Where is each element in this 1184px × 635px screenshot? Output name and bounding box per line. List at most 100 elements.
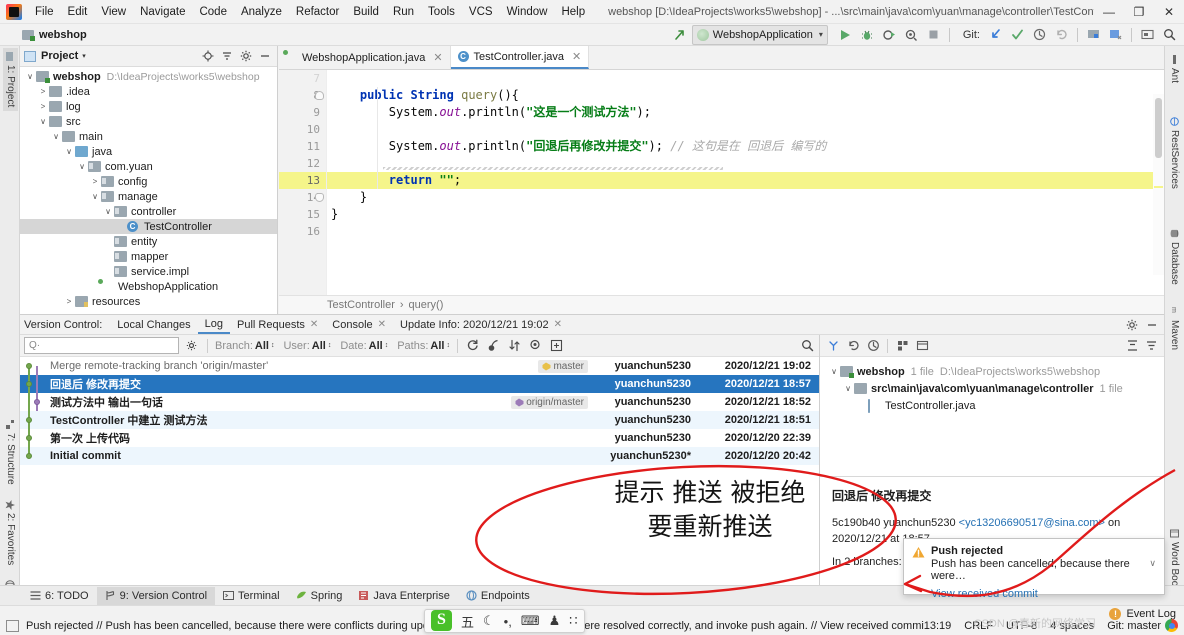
maximize-button[interactable]: ❐ [1124, 0, 1154, 24]
locate-icon[interactable] [199, 48, 216, 65]
collapse-all-icon[interactable] [218, 48, 235, 65]
left-strip-favorites[interactable]: 2: Favorites [3, 496, 18, 569]
group-by-icon[interactable] [894, 338, 910, 354]
project-tree-node[interactable]: ∨ manage [20, 189, 277, 204]
run-button[interactable] [835, 25, 856, 45]
project-tree-node[interactable]: entity [20, 234, 277, 249]
close-button[interactable]: ✕ [1154, 0, 1184, 24]
log-filter-branch[interactable]: Branch: All ↕ [215, 340, 274, 352]
show-details-icon[interactable] [549, 338, 565, 354]
cherry-pick-icon[interactable] [486, 338, 502, 354]
vcs-tab-updateinfo[interactable]: Update Info: 2020/12/21 19:02 ✕ [393, 317, 569, 333]
menu-item-build[interactable]: Build [346, 3, 386, 21]
browser-icon[interactable] [1165, 619, 1178, 632]
chevron-updown-icon[interactable]: ↕ [446, 342, 450, 349]
fold-marker-open[interactable] [315, 91, 324, 100]
commit-author-email[interactable]: <yc13206690517@sina.com> [959, 517, 1105, 529]
commit-row[interactable]: Initial commit yuanchun5230* 2020/12/20 20… [20, 447, 819, 465]
close-icon[interactable]: ✕ [572, 50, 581, 63]
toolwindow-endpoints[interactable]: Endpoints [458, 587, 538, 605]
chevron-down-icon[interactable]: ∨ [828, 367, 840, 376]
filter-settings-icon[interactable] [184, 338, 200, 354]
left-strip-project[interactable]: 1: Project [3, 48, 18, 112]
vcs-tab-log[interactable]: Log [197, 316, 231, 334]
log-filter-paths[interactable]: Paths: All ↕ [397, 340, 450, 352]
editor-scrollbar[interactable] [1153, 94, 1164, 275]
chevron-right-icon[interactable]: > [63, 297, 75, 306]
structure-icon[interactable] [1083, 25, 1104, 45]
status-gitmaster[interactable]: Git: master [1107, 620, 1161, 632]
menu-item-run[interactable]: Run [386, 3, 421, 21]
menu-item-window[interactable]: Window [500, 3, 555, 21]
branch-tag[interactable]: origin/master [511, 395, 588, 409]
close-icon[interactable]: ✕ [310, 319, 318, 330]
chevron-updown-icon[interactable]: ↕ [328, 342, 332, 349]
chevron-down-icon[interactable]: ∨ [842, 384, 854, 393]
toolwindow-spring[interactable]: Spring [288, 587, 351, 605]
fold-marker-close[interactable] [315, 193, 324, 202]
vcs-tab-pullrequests[interactable]: Pull Requests ✕ [230, 317, 325, 333]
chevron-right-icon[interactable]: > [37, 87, 49, 96]
event-log-button[interactable]: ! Event Log [1109, 608, 1176, 620]
right-strip-ant[interactable]: Ant [1167, 52, 1182, 86]
gear-icon[interactable] [1123, 316, 1140, 333]
right-strip-restservices[interactable]: RestServices [1167, 114, 1182, 192]
menu-item-code[interactable]: Code [192, 3, 234, 21]
project-tree-node[interactable]: ∨ main [20, 129, 277, 144]
code-text-area[interactable]: public String query(){ System.out.printl… [327, 70, 1164, 295]
menu-item-tools[interactable]: Tools [421, 3, 462, 21]
commit-list[interactable]: Merge remote-tracking branch 'origin/mas… [20, 357, 819, 603]
chevron-down-icon[interactable]: ∨ [63, 147, 75, 156]
view-received-commit-link[interactable]: View received commit [931, 588, 1156, 600]
menu-item-help[interactable]: Help [554, 3, 592, 21]
menu-item-vcs[interactable]: VCS [462, 3, 500, 21]
project-tree-node[interactable]: > config [20, 174, 277, 189]
code-line[interactable]: public String query(){ [327, 87, 1164, 104]
chevron-down-icon[interactable]: ∨ [24, 72, 36, 81]
fold-column[interactable] [314, 70, 326, 295]
rollback-icon[interactable] [1051, 25, 1072, 45]
close-icon[interactable]: ✕ [554, 319, 562, 330]
chevron-right-icon[interactable]: > [89, 177, 101, 186]
scrollbar-thumb[interactable] [1155, 98, 1162, 158]
changed-file-node[interactable]: ∨ src\main\java\com\yuan\manage\controlle… [826, 380, 1160, 397]
chevron-right-icon[interactable]: > [37, 102, 49, 111]
chevron-down-icon[interactable]: ▾ [82, 52, 86, 60]
vcs-tab-localchanges[interactable]: Local Changes [110, 317, 197, 333]
commit-row[interactable]: TestController 中建立 测试方法 yuanchun5230 2020/… [20, 411, 819, 429]
settings-icon[interactable] [1105, 25, 1126, 45]
code-line[interactable]: System.out.println("这是一个测试方法"); [327, 104, 1164, 121]
right-strip-database[interactable]: Database [1167, 226, 1182, 288]
chevron-down-icon[interactable]: ∨ [37, 117, 49, 126]
chevron-down-icon[interactable]: ∨ [89, 192, 101, 201]
code-line[interactable]: } [327, 206, 1164, 223]
toolwindow-versioncontrol[interactable]: 9: Version Control [96, 586, 216, 605]
chevron-down-icon[interactable]: ∨ [76, 162, 88, 171]
chevron-updown-icon[interactable]: ↕ [385, 342, 389, 349]
breadcrumb-item[interactable]: query() [409, 299, 444, 311]
project-tree-node[interactable]: service.impl [20, 264, 277, 279]
code-line[interactable] [327, 223, 1164, 240]
code-line[interactable]: } [327, 189, 1164, 206]
back-arrow-icon[interactable] [670, 25, 691, 45]
expand-icon[interactable] [825, 338, 841, 354]
project-tree-node[interactable]: WebshopApplication [20, 279, 277, 294]
code-editor[interactable]: 78910111213141516 public String query(){… [279, 70, 1164, 295]
project-tree-node[interactable]: ∨ webshop D:\IdeaProjects\works5\webshop [20, 69, 277, 84]
status-utf8[interactable]: UTF-8 [1006, 620, 1037, 632]
gear-icon[interactable] [237, 48, 254, 65]
menu-item-refactor[interactable]: Refactor [289, 3, 346, 21]
chevron-down-icon[interactable]: ∨ [50, 132, 62, 141]
update-project-icon[interactable] [985, 25, 1006, 45]
error-stripe-mark[interactable] [1154, 186, 1163, 188]
stop-button[interactable] [923, 25, 944, 45]
menu-item-navigate[interactable]: Navigate [133, 3, 192, 21]
status-1319[interactable]: 13:19 [924, 620, 952, 632]
project-tree-node[interactable]: ∨ controller [20, 204, 277, 219]
toolwindow-todo[interactable]: 6: TODO [22, 587, 97, 605]
chevron-down-icon[interactable]: ∨ [102, 207, 114, 216]
history-icon[interactable] [865, 338, 881, 354]
toolwindow-terminal[interactable]: Terminal [215, 587, 288, 605]
chevron-updown-icon[interactable]: ↕ [271, 342, 275, 349]
project-tree-node[interactable]: ∨ java [20, 144, 277, 159]
